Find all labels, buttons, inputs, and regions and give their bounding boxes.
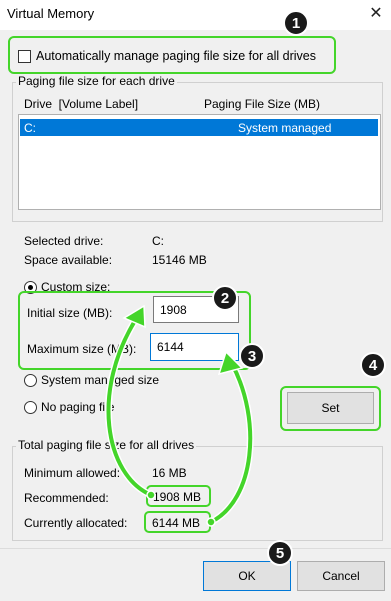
step-badge-3: 3 [239, 343, 265, 369]
arrow-recommended-to-initial-inner [106, 314, 153, 497]
annotation-arrows [105, 304, 254, 527]
step-badge-1: 1 [283, 10, 309, 36]
step-badge-5: 5 [267, 540, 293, 566]
arrow-dot-allocated [206, 517, 216, 527]
arrow-recommended-to-initial [105, 312, 155, 499]
step-badge-2: 2 [212, 285, 238, 311]
step-badge-4: 4 [360, 352, 386, 378]
arrow-dot-recommended [146, 490, 156, 500]
arrow-allocated-to-maximum [207, 360, 254, 526]
